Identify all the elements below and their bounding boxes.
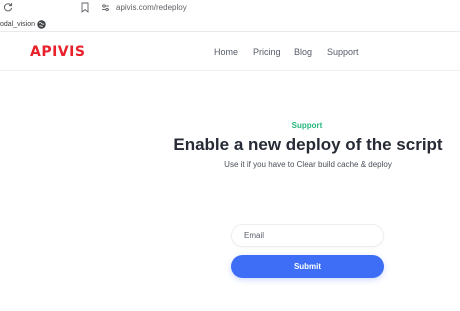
globe-icon[interactable] [37,20,46,29]
page-title: Enable a new deploy of the script [173,135,443,154]
brand-logo[interactable]: APIVIS [30,44,85,60]
nav-support[interactable]: Support [327,47,359,58]
bookmarks-bar: odal_vision [0,17,460,32]
site-header: APIVIS Home Pricing Blog Support [0,33,460,71]
reload-icon[interactable] [3,2,13,12]
submit-button[interactable]: Submit [231,255,384,278]
bookmark-item[interactable]: odal_vision [0,20,35,29]
page-subtitle: Use it if you have to Clear build cache … [224,160,392,169]
bookmark-star-icon[interactable] [80,2,90,13]
site-settings-icon[interactable] [101,3,110,12]
browser-address-bar: apivis.com/redeploy [0,0,460,17]
email-field[interactable] [231,224,384,247]
nav-home[interactable]: Home [214,47,238,58]
nav-pricing[interactable]: Pricing [253,47,281,58]
nav-blog[interactable]: Blog [294,47,312,58]
section-eyebrow: Support [291,121,323,130]
url-text[interactable]: apivis.com/redeploy [116,3,187,13]
